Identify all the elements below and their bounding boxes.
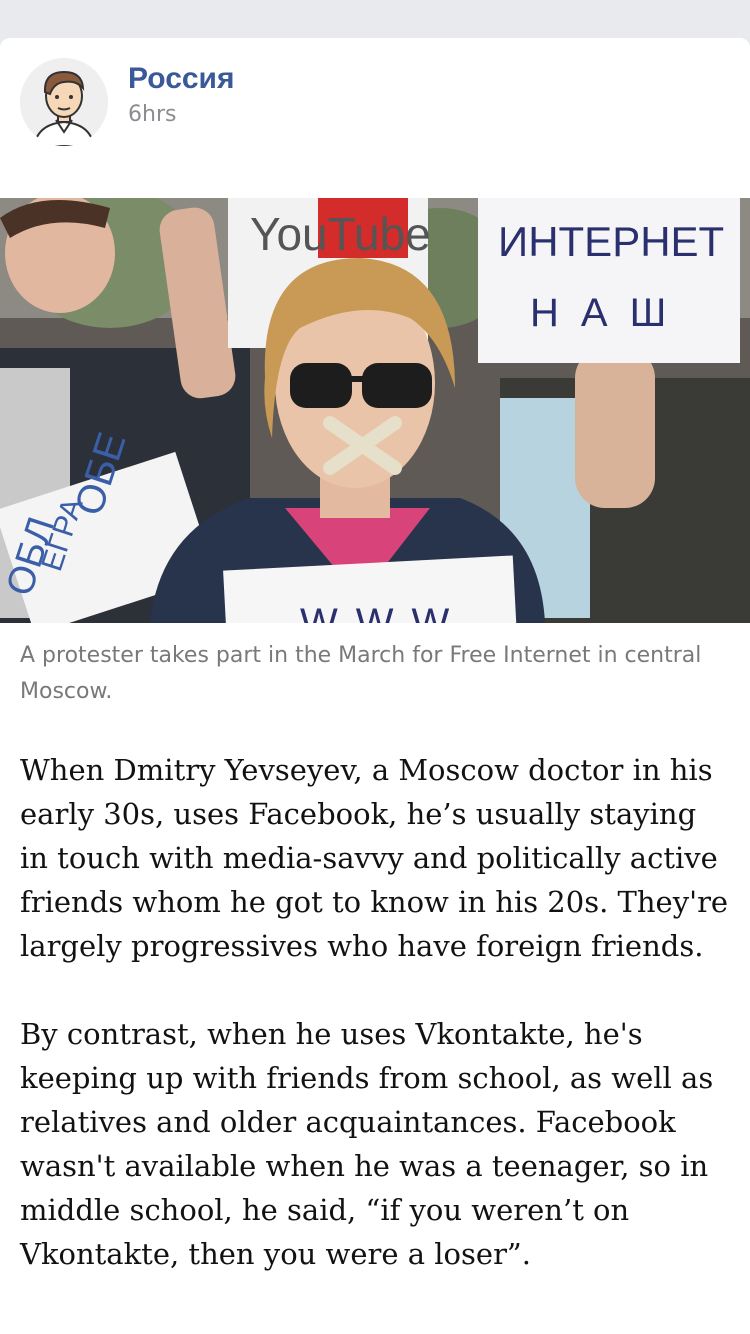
avatar[interactable] xyxy=(20,58,108,146)
internet-protest-sign: ИНТЕРНЕТ НАШ xyxy=(478,198,740,363)
svg-text:НАШ: НАШ xyxy=(530,291,688,335)
svg-text:WWW: WWW xyxy=(300,601,467,623)
article-body: When Dmitry Yevseyev, a Moscow doctor in… xyxy=(20,748,732,1320)
article-paragraph: By contrast, when he uses Vkontakte, he'… xyxy=(20,1017,714,1271)
post-card: Россия 6hrs ОБЕ ЕГРА ОБЛ YouTube ИНТЕРНЕ… xyxy=(0,38,750,1334)
article-paragraph: When Dmitry Yevseyev, a Moscow doctor in… xyxy=(20,753,729,963)
article-photo[interactable]: ОБЕ ЕГРА ОБЛ YouTube ИНТЕРНЕТ НАШ WWW xyxy=(0,198,750,623)
avatar-illustration xyxy=(20,58,108,146)
post-author[interactable]: Россия xyxy=(128,62,235,96)
svg-text:YouTube: YouTube xyxy=(250,208,431,260)
svg-text:ИНТЕРНЕТ: ИНТЕРНЕТ xyxy=(498,218,724,265)
photo-caption: A protester takes part in the March for … xyxy=(20,643,702,704)
post-timestamp: 6hrs xyxy=(128,102,177,127)
post-header: Россия 6hrs xyxy=(20,58,720,148)
